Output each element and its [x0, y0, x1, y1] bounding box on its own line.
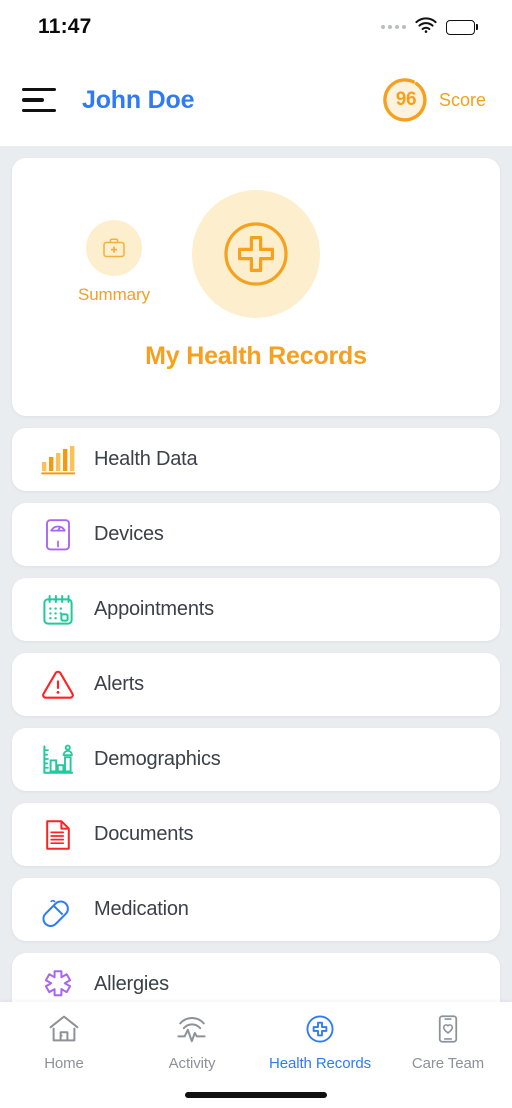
record-row-demographics[interactable]: Demographics — [12, 728, 500, 791]
record-row-documents[interactable]: Documents — [12, 803, 500, 866]
record-row-appointments[interactable]: Appointments — [12, 578, 500, 641]
hamburger-menu-icon[interactable] — [20, 81, 64, 119]
wifi-icon — [415, 16, 437, 38]
weight-scale-icon — [36, 513, 80, 557]
hero-main-block: My Health Records — [12, 190, 500, 371]
record-row-health-data[interactable]: Health Data — [12, 428, 500, 491]
score-value: 96 — [395, 89, 417, 110]
tab-label: Activity — [168, 1055, 216, 1072]
record-label: Appointments — [94, 598, 214, 620]
tab-health-records[interactable]: Health Records — [256, 1014, 384, 1072]
pill-capsule-icon — [36, 888, 80, 932]
status-bar: 11:47 — [0, 0, 512, 54]
document-icon — [36, 813, 80, 857]
tab-home[interactable]: Home — [0, 1014, 128, 1072]
allergy-star-icon — [36, 963, 80, 1003]
activity-pulse-icon — [175, 1014, 209, 1049]
health-records-hero-card: Summary My Health Records — [12, 158, 500, 416]
record-row-devices[interactable]: Devices — [12, 503, 500, 566]
score-ring-icon: 96 — [380, 74, 432, 126]
status-bar-indicators — [381, 16, 478, 38]
medical-cross-circle-icon[interactable] — [192, 190, 320, 318]
status-bar-time: 11:47 — [38, 15, 92, 38]
score-label: Score — [438, 89, 486, 110]
signal-dots-icon — [381, 25, 406, 29]
record-row-allergies[interactable]: Allergies — [12, 953, 500, 1002]
records-scroll-area[interactable]: Summary My Health Records Health Data De… — [0, 146, 512, 1002]
calendar-icon — [36, 588, 80, 632]
tab-care-team[interactable]: Care Team — [384, 1014, 512, 1072]
battery-full-icon — [446, 19, 478, 35]
tab-label: Care Team — [411, 1055, 485, 1072]
user-name[interactable]: John Doe — [82, 86, 194, 115]
tab-activity[interactable]: Activity — [128, 1014, 256, 1072]
home-icon — [48, 1014, 80, 1049]
health-records-icon — [304, 1014, 336, 1049]
phone-heart-icon — [435, 1014, 461, 1049]
record-label: Medication — [94, 898, 189, 920]
record-label: Health Data — [94, 448, 198, 470]
score-badge[interactable]: 96 Score — [380, 74, 486, 126]
app-header: John Doe 96 Score — [0, 54, 512, 146]
record-label: Devices — [94, 523, 164, 545]
bottom-tab-bar: Home Activity Health Records Care Team — [0, 1002, 512, 1108]
record-label: Documents — [94, 823, 194, 845]
tab-label: Health Records — [269, 1055, 371, 1072]
demographics-chart-icon — [36, 738, 80, 782]
record-row-alerts[interactable]: Alerts — [12, 653, 500, 716]
record-row-medication[interactable]: Medication — [12, 878, 500, 941]
tab-label: Home — [44, 1055, 84, 1072]
home-indicator — [185, 1092, 327, 1098]
record-label: Allergies — [94, 973, 169, 995]
warning-triangle-icon — [36, 663, 80, 707]
record-label: Demographics — [94, 748, 221, 770]
bar-chart-icon — [36, 438, 80, 482]
page-title: My Health Records — [145, 342, 367, 370]
record-label: Alerts — [94, 673, 144, 695]
